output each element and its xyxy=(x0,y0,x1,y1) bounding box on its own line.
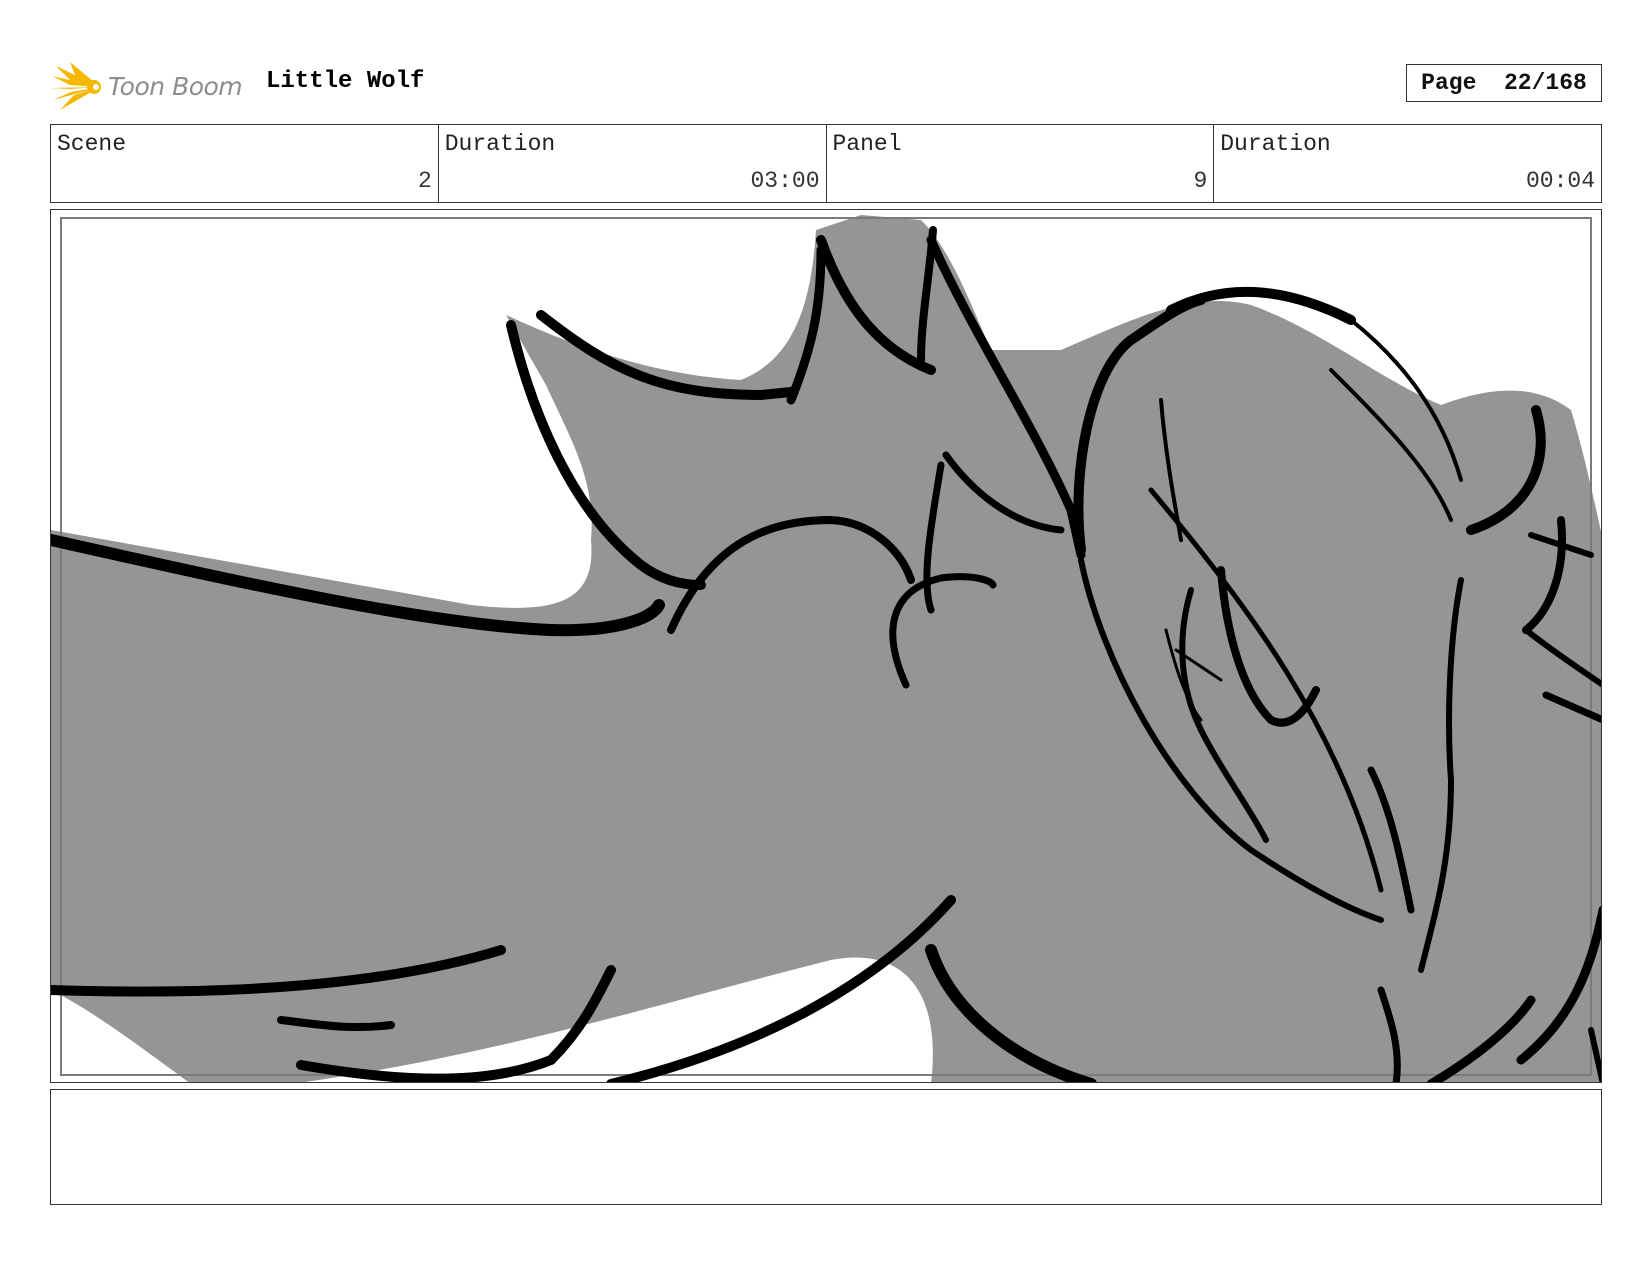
wolf-body-fill xyxy=(51,215,1601,1082)
scene-info-table: Scene 2 Duration 03:00 Panel 9 Duration … xyxy=(50,124,1602,203)
panel-label: Panel xyxy=(832,131,902,157)
storyboard-header: Toon Boom Little Wolf Page 22/168 xyxy=(50,56,1602,112)
panel-cell: Panel 9 xyxy=(827,125,1215,202)
scene-duration-cell: Duration 03:00 xyxy=(439,125,827,202)
scene-cell: Scene 2 xyxy=(51,125,439,202)
project-title: Little Wolf xyxy=(266,68,425,95)
scene-label: Scene xyxy=(57,131,127,157)
panel-notes-box[interactable] xyxy=(50,1089,1602,1205)
storyboard-panel xyxy=(50,209,1602,1083)
brand-name: Toon Boom xyxy=(108,71,243,101)
page-number: 22/168 xyxy=(1504,70,1587,96)
panel-duration-value: 00:04 xyxy=(1525,168,1595,194)
scene-value: 2 xyxy=(417,168,432,194)
panel-duration-cell: Duration 00:04 xyxy=(1214,125,1601,202)
page-label: Page xyxy=(1421,70,1477,96)
panel-duration-label: Duration xyxy=(1220,131,1331,157)
scene-duration-label: Duration xyxy=(444,131,556,157)
page-spacer xyxy=(1476,70,1504,96)
scene-duration-value: 03:00 xyxy=(750,168,820,194)
brand-logo: Toon Boom xyxy=(50,60,243,112)
starburst-icon xyxy=(50,62,101,110)
wolf-drawing xyxy=(51,215,1601,1082)
page-indicator: Page 22/168 xyxy=(1406,64,1602,102)
panel-value: 9 xyxy=(1193,168,1208,194)
